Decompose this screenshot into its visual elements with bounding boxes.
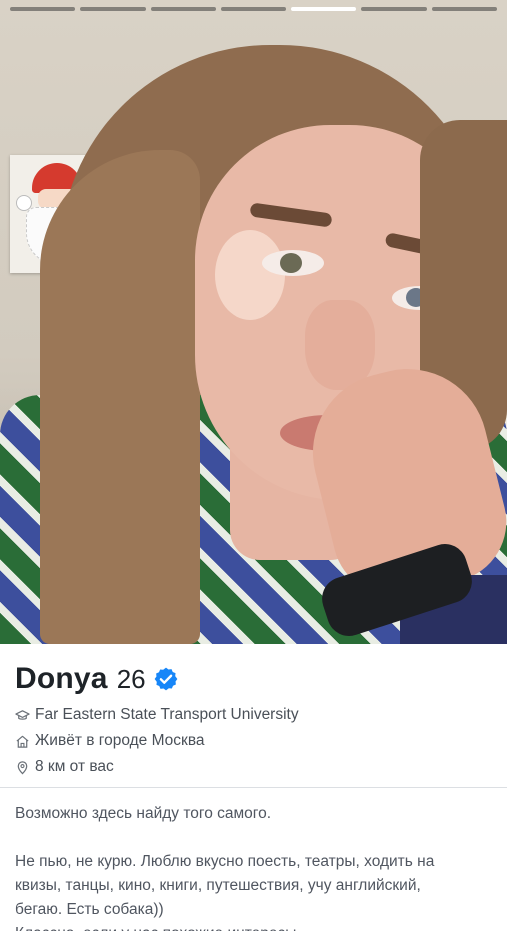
photo-progress-segment[interactable]	[361, 7, 427, 11]
bio-spacer	[15, 826, 495, 850]
lives-in-text: Живёт в городе Москва	[35, 732, 205, 749]
verified-badge-icon[interactable]	[153, 666, 179, 692]
photo-progress-segment[interactable]	[431, 7, 497, 11]
left-eye	[262, 250, 324, 276]
profile-age: 26	[116, 663, 146, 694]
photo-progress-segment[interactable]	[150, 7, 216, 11]
photo-progress-segment[interactable]	[80, 7, 146, 11]
nose	[305, 300, 375, 390]
lives-in-row: Живёт в городе Москва	[15, 732, 205, 750]
location-pin-icon	[17, 760, 28, 774]
profile-name: Donya	[15, 662, 108, 695]
bio-line: Не пью, не курю. Люблю вкусно поесть, те…	[15, 853, 435, 870]
distance-text: 8 км от вас	[35, 758, 114, 775]
photo-progress	[10, 7, 497, 11]
bio-line: бегаю. Есть собака))	[15, 901, 164, 918]
graduation-cap-icon	[15, 709, 30, 720]
school-row: Far Eastern State Transport University	[15, 706, 299, 724]
bio-line: Возможно здесь найду того самого.	[15, 805, 272, 822]
hair-left	[40, 150, 200, 644]
photo-progress-segment[interactable]	[220, 7, 287, 11]
bio: Возможно здесь найду того самого. Не пью…	[15, 802, 495, 931]
photo-progress-segment-active[interactable]	[291, 7, 357, 11]
distance-row: 8 км от вас	[15, 758, 114, 776]
bio-line: Классно, если у нас похожие интересы	[15, 922, 495, 931]
school-text: Far Eastern State Transport University	[35, 706, 299, 723]
name-row: Donya 26	[15, 662, 179, 696]
profile-photo[interactable]	[0, 0, 507, 644]
divider	[0, 787, 507, 788]
profile-info: Donya 26 Far Eastern State Transport Uni…	[0, 644, 507, 931]
bio-line: квизы, танцы, кино, книги, путешествия, …	[15, 877, 421, 894]
photo-progress-segment[interactable]	[10, 7, 76, 11]
home-icon	[16, 735, 29, 748]
face-highlight	[215, 230, 285, 320]
